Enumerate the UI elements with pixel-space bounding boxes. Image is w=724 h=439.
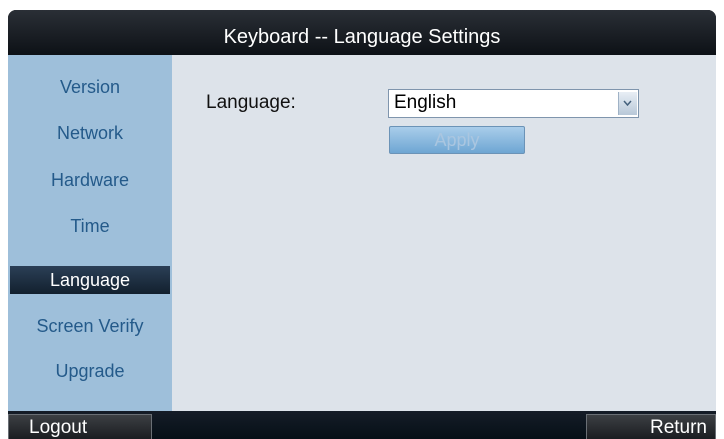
chevron-down-icon[interactable] (618, 92, 637, 115)
sidebar-item-network[interactable]: Network (8, 119, 172, 147)
sidebar: Version Network Hardware Time Language S… (8, 55, 172, 411)
bottom-bar: Logout Return (8, 411, 716, 439)
sidebar-item-language[interactable]: Language (10, 266, 170, 294)
main-content: Language: English Apply (172, 55, 716, 411)
page-title: Keyboard -- Language Settings (8, 10, 716, 55)
sidebar-item-time[interactable]: Time (8, 212, 172, 240)
logout-button[interactable]: Logout (8, 414, 152, 439)
sidebar-item-hardware[interactable]: Hardware (8, 166, 172, 194)
apply-button[interactable]: Apply (389, 126, 525, 154)
return-button[interactable]: Return (586, 414, 716, 439)
language-select[interactable]: English (388, 89, 639, 118)
sidebar-item-version[interactable]: Version (8, 73, 172, 101)
language-select-value: English (394, 92, 457, 113)
language-label: Language: (206, 92, 296, 113)
app-window: Keyboard -- Language Settings Version Ne… (8, 10, 716, 439)
sidebar-item-upgrade[interactable]: Upgrade (8, 357, 172, 385)
sidebar-item-screen-verify[interactable]: Screen Verify (8, 312, 172, 340)
